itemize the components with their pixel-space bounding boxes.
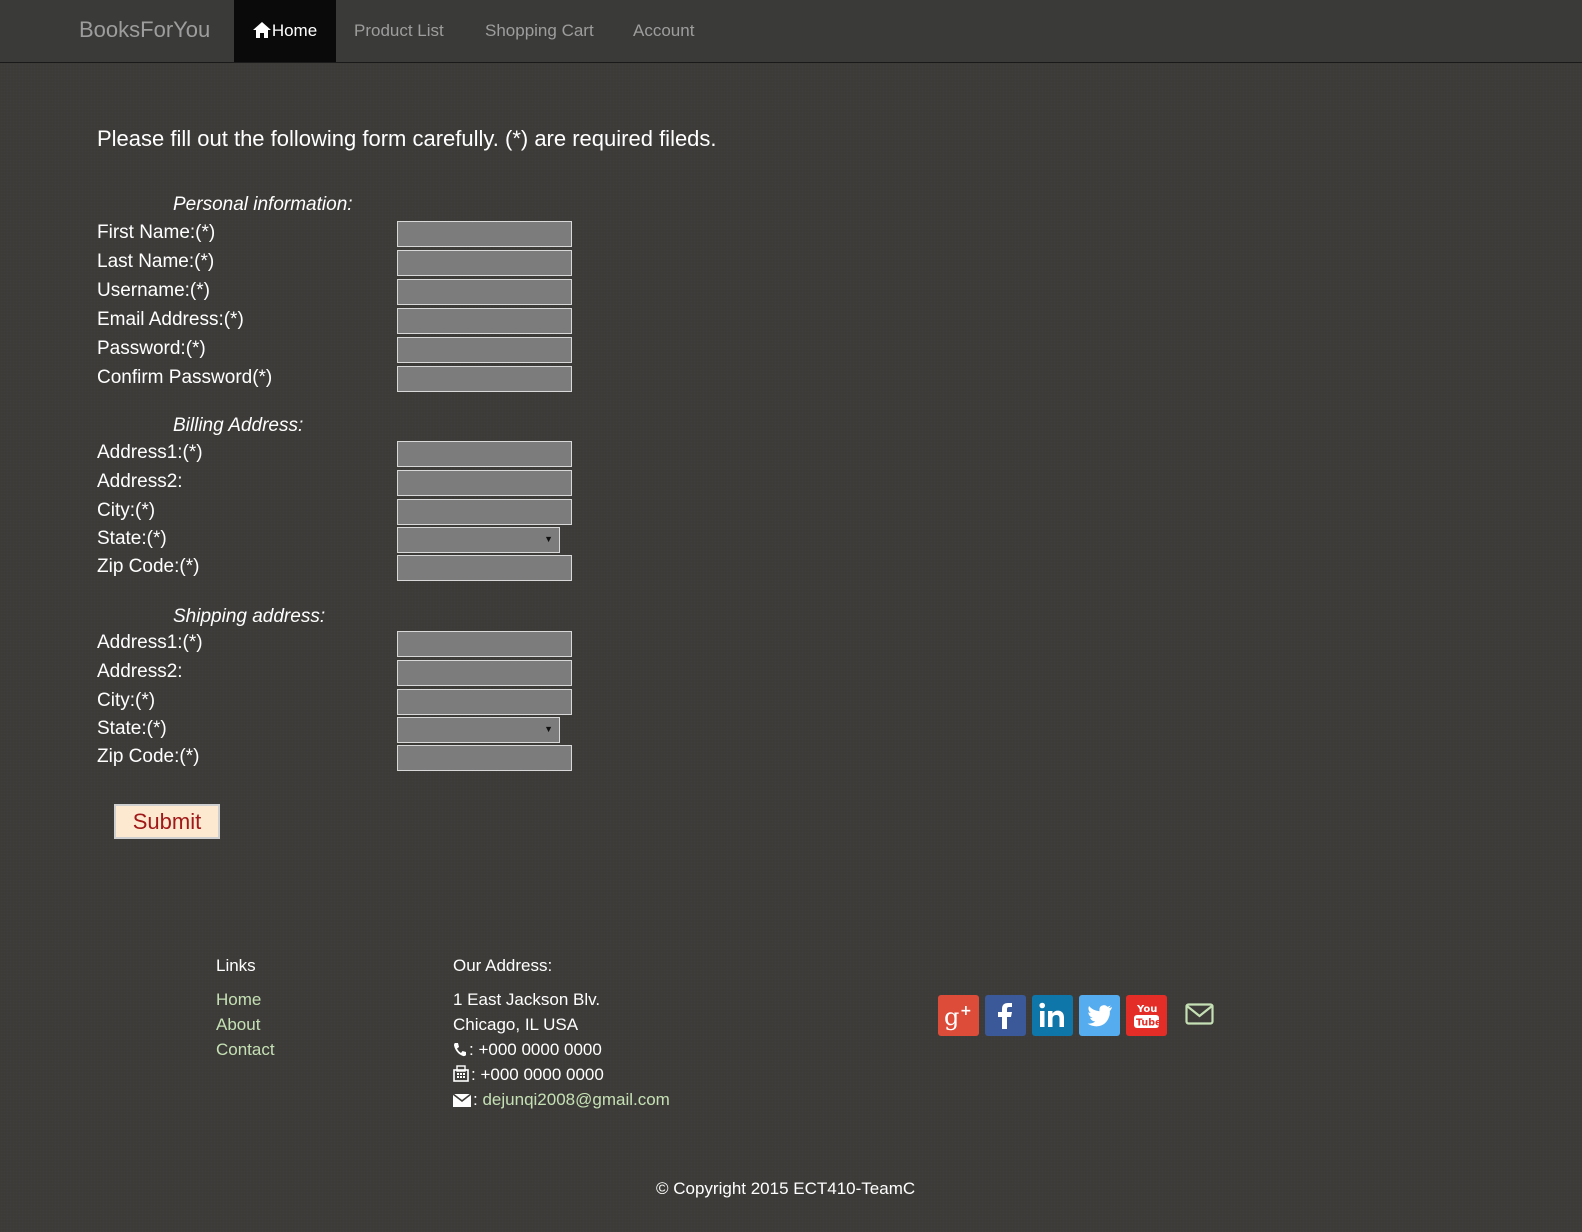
billing-address1-input[interactable] xyxy=(397,441,572,467)
shipping-state-label: State:(*) xyxy=(97,718,167,739)
youtube-icon[interactable]: You Tube xyxy=(1126,995,1167,1036)
twitter-icon[interactable] xyxy=(1079,995,1120,1036)
shipping-address2-input[interactable] xyxy=(397,660,572,686)
chevron-down-icon: ▼ xyxy=(544,534,553,544)
shipping-heading: Shipping address: xyxy=(173,606,326,627)
shipping-state-select[interactable]: ▼ xyxy=(397,717,560,743)
first-name-input[interactable] xyxy=(397,221,572,247)
brand-link[interactable]: BooksForYou xyxy=(79,17,210,43)
shipping-address1-label: Address1:(*) xyxy=(97,632,203,653)
submit-button[interactable]: Submit xyxy=(114,804,220,839)
password-input[interactable] xyxy=(397,337,572,363)
shipping-address1-input[interactable] xyxy=(397,631,572,657)
facebook-icon[interactable] xyxy=(985,995,1026,1036)
billing-state-select[interactable]: ▼ xyxy=(397,527,560,553)
billing-address2-input[interactable] xyxy=(397,470,572,496)
billing-zip-input[interactable] xyxy=(397,555,572,581)
fax-row: : +000 0000 0000 xyxy=(453,1065,604,1085)
email-link[interactable]: dejunqi2008@gmail.com xyxy=(482,1090,669,1109)
envelope-icon[interactable] xyxy=(1185,1003,1214,1030)
confirm-password-input[interactable] xyxy=(397,366,572,392)
first-name-label: First Name:(*) xyxy=(97,222,216,243)
billing-city-label: City:(*) xyxy=(97,500,156,521)
username-input[interactable] xyxy=(397,279,572,305)
fax-number: : +000 0000 0000 xyxy=(471,1065,604,1084)
home-icon xyxy=(252,22,271,38)
svg-text:You: You xyxy=(1136,1004,1157,1015)
username-label: Username:(*) xyxy=(97,280,210,301)
phone-row: : +000 0000 0000 xyxy=(453,1040,602,1060)
nav-account[interactable]: Account xyxy=(633,0,694,62)
personal-info-heading: Personal information: xyxy=(173,194,353,215)
address-line2: Chicago, IL USA xyxy=(453,1015,579,1034)
last-name-input[interactable] xyxy=(397,250,572,276)
footer-link-about[interactable]: About xyxy=(216,1015,260,1035)
billing-heading: Billing Address: xyxy=(173,415,304,436)
linkedin-icon[interactable] xyxy=(1032,995,1073,1036)
nav-home[interactable]: Home xyxy=(234,0,336,62)
chevron-down-icon: ▼ xyxy=(544,724,553,734)
email-label: Email Address:(*) xyxy=(97,309,244,330)
svg-text:+: + xyxy=(960,1003,972,1019)
nav-home-label: Home xyxy=(271,21,318,40)
footer-address-heading: Our Address: xyxy=(453,956,553,975)
form-intro: Please fill out the following form caref… xyxy=(97,126,717,151)
fax-icon xyxy=(453,1065,469,1082)
google-plus-icon[interactable]: g + xyxy=(938,995,979,1036)
phone-number: : +000 0000 0000 xyxy=(469,1040,602,1059)
footer-link-home[interactable]: Home xyxy=(216,990,261,1010)
phone-icon xyxy=(454,1043,466,1057)
email-separator: : xyxy=(473,1090,478,1109)
email-row: : dejunqi2008@gmail.com xyxy=(453,1090,670,1110)
shipping-city-label: City:(*) xyxy=(97,690,156,711)
last-name-label: Last Name:(*) xyxy=(97,251,215,272)
footer-link-contact[interactable]: Contact xyxy=(216,1040,275,1060)
billing-zip-label: Zip Code:(*) xyxy=(97,556,200,577)
password-label: Password:(*) xyxy=(97,338,206,359)
shipping-address2-label: Address2: xyxy=(97,661,183,682)
shipping-city-input[interactable] xyxy=(397,689,572,715)
shipping-zip-label: Zip Code:(*) xyxy=(97,746,200,767)
billing-address1-label: Address1:(*) xyxy=(97,442,203,463)
footer-links-heading: Links xyxy=(216,956,256,975)
address-line1: 1 East Jackson Blv. xyxy=(453,990,601,1009)
billing-address2-label: Address2: xyxy=(97,471,183,492)
confirm-password-label: Confirm Password(*) xyxy=(97,367,273,388)
shipping-zip-input[interactable] xyxy=(397,745,572,771)
nav-shopping-cart[interactable]: Shopping Cart xyxy=(485,0,594,62)
copyright: © Copyright 2015 ECT410-TeamC xyxy=(656,1179,916,1198)
navbar: BooksForYou Home Product List Shopping C… xyxy=(0,0,1582,63)
envelope-icon xyxy=(453,1094,471,1107)
svg-text:Tube: Tube xyxy=(1136,1018,1161,1029)
nav-product-list[interactable]: Product List xyxy=(354,0,444,62)
billing-city-input[interactable] xyxy=(397,499,572,525)
billing-state-label: State:(*) xyxy=(97,528,167,549)
svg-text:g: g xyxy=(944,1003,959,1031)
email-input[interactable] xyxy=(397,308,572,334)
